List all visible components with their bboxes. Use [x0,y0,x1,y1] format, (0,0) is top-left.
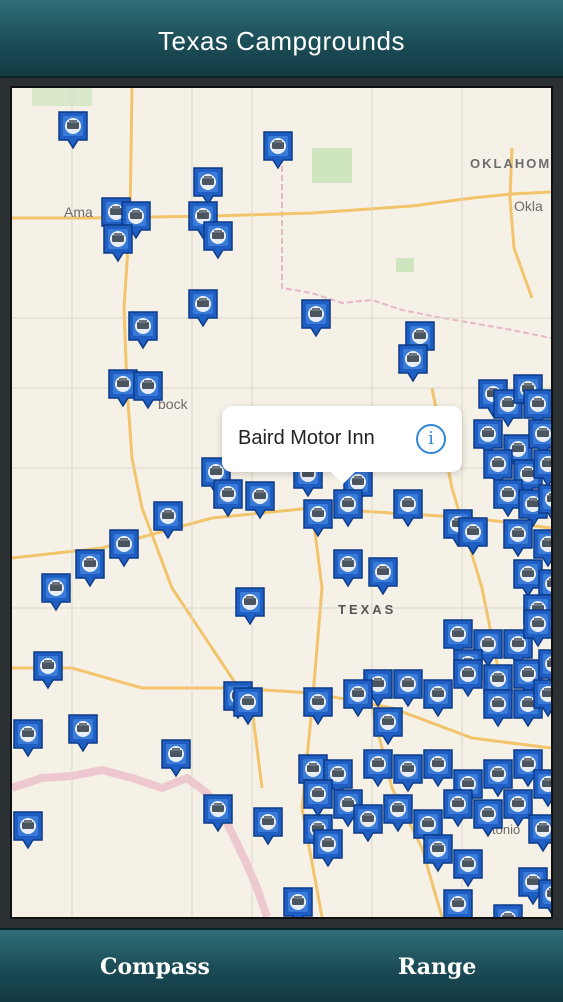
campground-pin-icon[interactable] [367,556,399,596]
campground-pin-icon[interactable] [108,528,140,568]
campground-pin-icon[interactable] [332,488,364,528]
campground-pin-icon[interactable] [74,548,106,588]
campground-pin-icon[interactable] [532,448,551,488]
campground-pin-icon[interactable] [40,572,72,612]
campground-pin-icon[interactable] [102,223,134,263]
campground-pin-icon[interactable] [522,608,551,648]
campground-pin-icon[interactable] [234,586,266,626]
campground-pin-icon[interactable] [442,788,474,828]
map-label-amarillo: Ama [64,204,93,220]
campground-pin-icon[interactable] [252,806,284,846]
campground-pin-icon[interactable] [482,688,514,728]
campground-pin-icon[interactable] [202,793,234,833]
campground-pin-icon[interactable] [244,480,276,520]
campground-pin-icon[interactable] [67,713,99,753]
campground-pin-icon[interactable] [312,828,344,868]
campground-pin-icon[interactable] [382,793,414,833]
campground-pin-icon[interactable] [232,686,264,726]
campground-pin-icon[interactable] [527,813,551,853]
campground-pin-icon[interactable] [12,810,44,850]
title-bar: Texas Campgrounds [0,0,563,78]
campground-pin-icon[interactable] [300,298,332,338]
campground-pin-icon[interactable] [342,678,374,718]
range-button[interactable]: Range [398,954,476,980]
campground-pin-icon[interactable] [262,130,294,170]
campground-pin-icon[interactable] [352,803,384,843]
campground-pin-icon[interactable] [532,768,551,808]
campground-pin-icon[interactable] [532,678,551,718]
campground-pin-icon[interactable] [160,738,192,778]
campground-pin-icon[interactable] [422,833,454,873]
campground-pin-icon[interactable] [537,483,551,523]
page-title: Texas Campgrounds [158,26,405,56]
campground-pin-icon[interactable] [57,110,89,150]
campground-pin-icon[interactable] [282,886,314,917]
callout-title: Baird Motor Inn [238,427,375,449]
campground-pin-icon[interactable] [187,288,219,328]
campground-pin-icon[interactable] [452,658,484,698]
campground-pin-icon[interactable] [302,498,334,538]
campground-pin-icon[interactable] [452,848,484,888]
map-label-okla-city: Okla [514,198,543,214]
campground-pin-icon[interactable] [502,518,534,558]
map-label-texas: TEXAS [338,602,397,617]
campground-pin-icon[interactable] [472,798,504,838]
campground-pin-icon[interactable] [212,478,244,518]
campground-pin-icon[interactable] [392,753,424,793]
campground-pin-icon[interactable] [372,706,404,746]
campground-pin-icon[interactable] [302,686,334,726]
campground-pin-icon[interactable] [537,878,551,917]
map-label-oklahoma: OKLAHOM [470,156,552,171]
map-view[interactable]: OKLAHOM Okla Ama bock TEXAS tonio Baird … [10,86,553,919]
campground-pin-icon[interactable] [392,668,424,708]
campground-pin-icon[interactable] [397,343,429,383]
campground-pin-icon[interactable] [332,548,364,588]
campground-pin-icon[interactable] [422,678,454,718]
campground-pin-icon[interactable] [442,888,474,917]
campground-pin-icon[interactable] [202,220,234,260]
bottom-toolbar: Compass Range [0,928,563,1002]
compass-button[interactable]: Compass [100,954,210,980]
campground-pin-icon[interactable] [422,748,454,788]
campground-pin-icon[interactable] [132,370,164,410]
campground-pin-icon[interactable] [32,650,64,690]
campground-pin-icon[interactable] [12,718,44,758]
campground-pin-icon[interactable] [362,748,394,788]
campground-pin-icon[interactable] [152,500,184,540]
campground-pin-icon[interactable] [392,488,424,528]
map-callout[interactable]: Baird Motor Inn i [222,406,462,484]
campground-pin-icon[interactable] [457,516,489,556]
campground-pin-icon[interactable] [127,310,159,350]
campground-pin-icon[interactable] [302,778,334,818]
info-icon[interactable]: i [416,424,446,454]
